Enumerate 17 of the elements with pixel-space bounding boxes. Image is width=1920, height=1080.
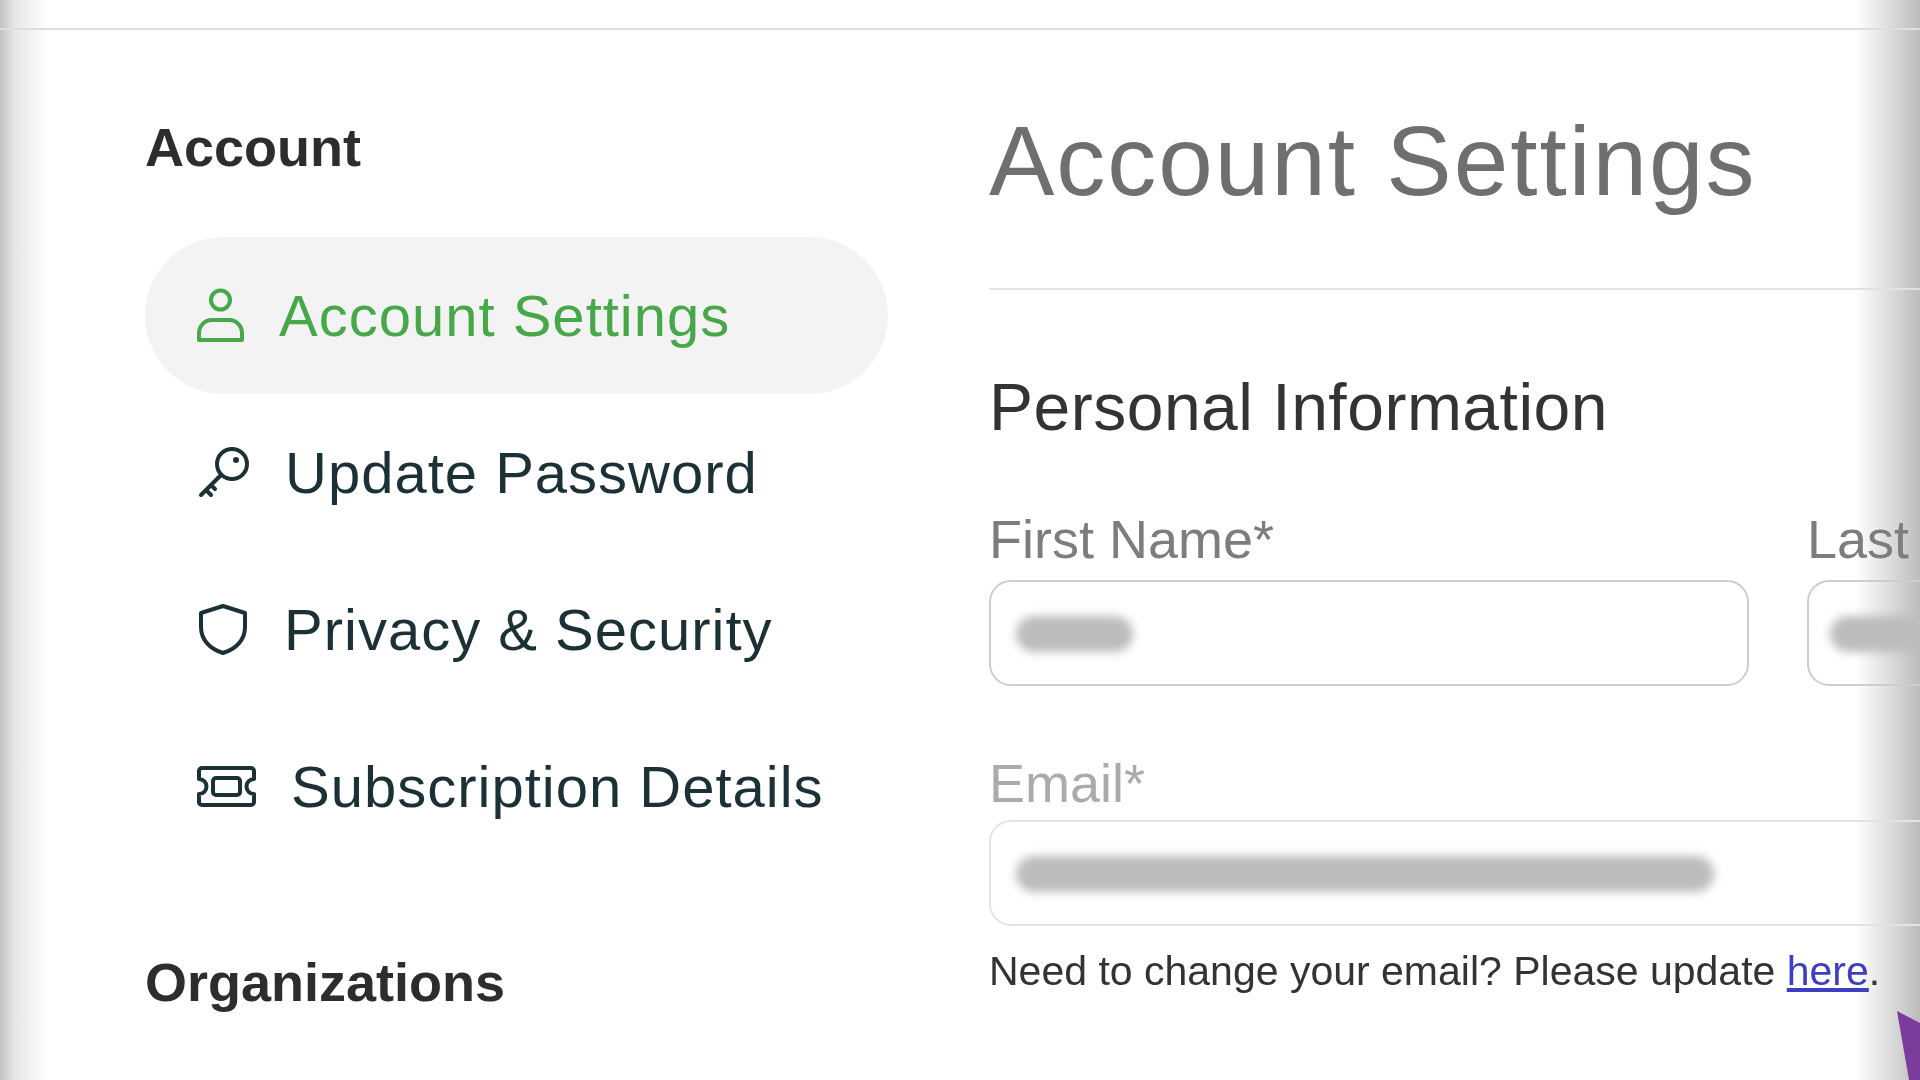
field-label: First Name* <box>989 507 1276 571</box>
shield-icon <box>196 602 250 656</box>
page-title: Account Settings <box>989 105 1758 218</box>
person-icon <box>196 287 245 343</box>
field-label: Last <box>1807 507 1911 571</box>
pointer-arrow-icon <box>1897 1011 1920 1080</box>
section-title: Personal Information <box>989 368 1609 446</box>
sidebar-item[interactable]: Subscription Details <box>145 707 888 865</box>
section-heading: Account <box>145 116 362 179</box>
sidebar-item[interactable]: Privacy & Security <box>145 550 888 708</box>
section-heading: Organizations <box>145 950 507 1014</box>
input-field[interactable] <box>989 579 1749 686</box>
field-label: Email* <box>989 751 1147 815</box>
ticket-icon <box>196 764 257 808</box>
email-help-text: Need to change your email? Please update here. <box>989 947 1882 997</box>
key-icon <box>196 444 251 500</box>
sidebar-item[interactable]: Update Password <box>145 393 888 551</box>
